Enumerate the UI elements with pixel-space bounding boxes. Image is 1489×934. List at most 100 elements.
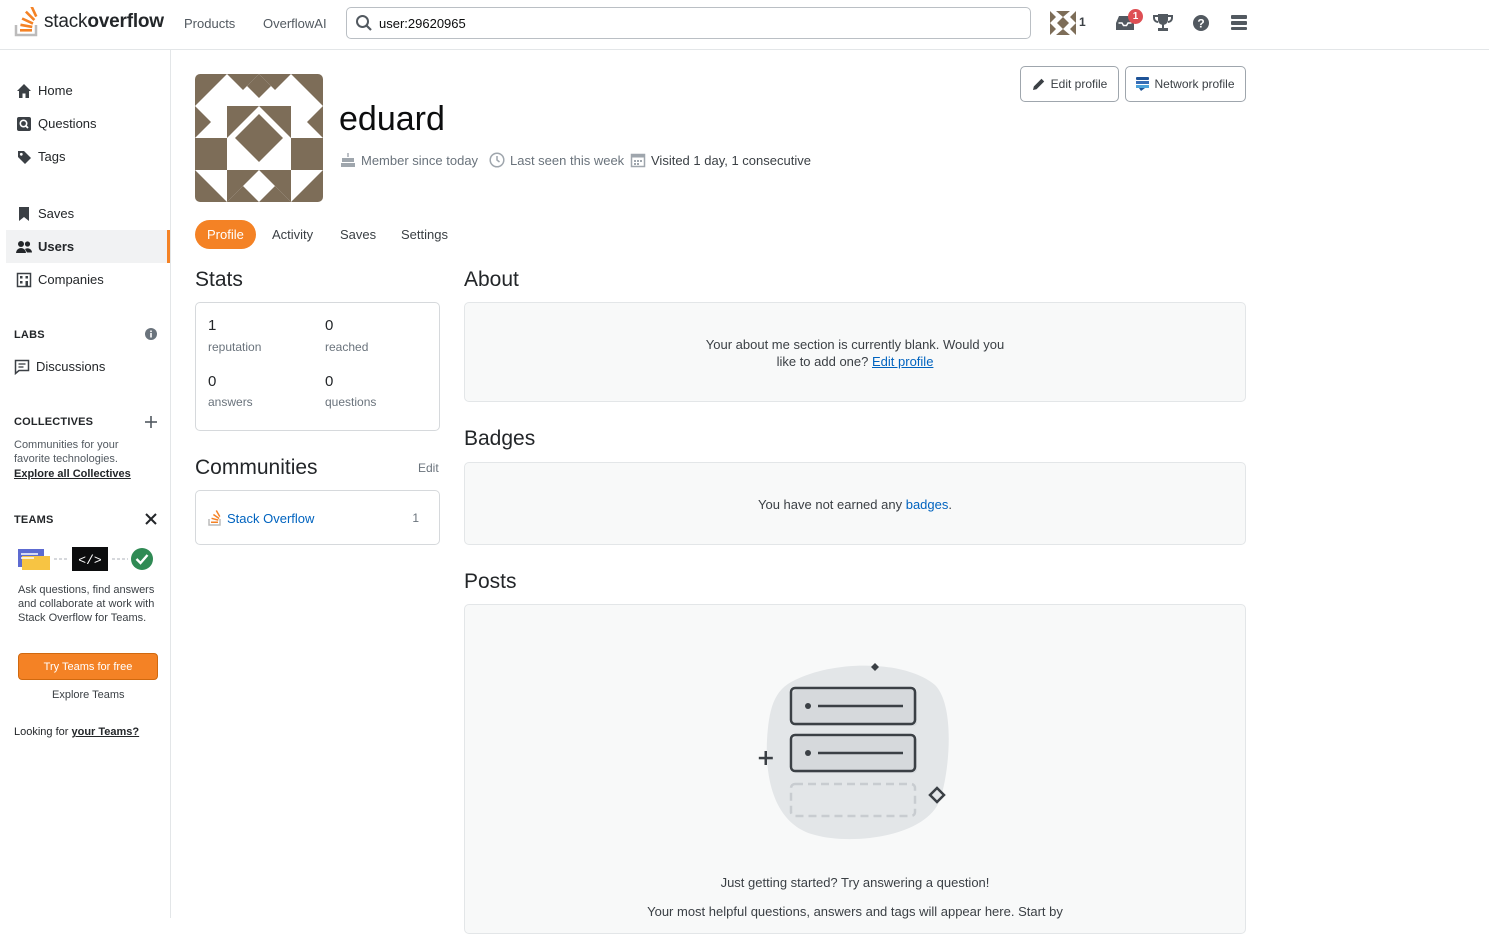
users-icon — [16, 239, 32, 255]
sidebar-item-label: Home — [38, 83, 73, 98]
tab-settings[interactable]: Settings — [389, 220, 460, 249]
stat-reached-label: reached — [325, 340, 369, 354]
stackexchange-icon — [1136, 77, 1150, 91]
edit-profile-button[interactable]: Edit profile — [1020, 66, 1119, 102]
collectives-title: COLLECTIVES — [14, 416, 94, 428]
search-input[interactable] — [379, 14, 999, 32]
site-switcher-icon[interactable] — [1230, 14, 1248, 35]
badges-link[interactable]: badges — [906, 497, 949, 512]
sidebar-item-questions[interactable]: Questions — [6, 107, 170, 140]
stat-reputation-label: reputation — [208, 340, 262, 354]
questions-icon — [16, 116, 32, 132]
sidebar-item-users[interactable]: Users — [6, 230, 170, 263]
labs-title: LABS — [14, 329, 45, 341]
plus-icon[interactable] — [145, 416, 157, 431]
discussions-icon — [14, 359, 30, 375]
about-empty-message: Your about me section is currently blank… — [465, 336, 1245, 370]
member-since-text: Member since today — [361, 152, 479, 168]
about-text-line2: like to add one? Edit profile — [465, 353, 1245, 370]
teams-title: TEAMS — [14, 514, 54, 526]
about-title: About — [464, 268, 519, 291]
sidebar-item-label: Tags — [38, 149, 66, 164]
about-text-line1: Your about me section is currently blank… — [705, 337, 1005, 352]
last-seen-text: Last seen this week — [510, 152, 625, 168]
about-edit-profile-link[interactable]: Edit profile — [872, 354, 933, 369]
teams-description: Ask questions, find answers and collabor… — [18, 584, 155, 624]
try-teams-button[interactable]: Try Teams for free — [18, 653, 158, 680]
sidebar-item-label: Saves — [38, 206, 75, 221]
badges-suffix: . — [948, 497, 952, 512]
stackoverflow-logo[interactable]: stackoverflow — [14, 6, 164, 38]
about-text-line2-prefix: like to add one? — [776, 354, 869, 369]
collectives-description: Communities for your favorite technologi… — [14, 439, 119, 465]
sidebar-item-saves[interactable]: Saves — [6, 197, 170, 230]
inbox-count-badge: 1 — [1128, 9, 1143, 24]
empty-posts-illustration — [758, 663, 949, 840]
stat-reputation-value: 1 — [208, 317, 217, 334]
help-icon[interactable]: ? — [1192, 14, 1210, 35]
info-icon[interactable] — [145, 328, 157, 343]
visited: Visited 1 day, 1 consecutive — [630, 152, 811, 168]
svg-text:?: ? — [1197, 17, 1204, 31]
stat-answers-label: answers — [208, 395, 253, 409]
pencil-icon — [1032, 77, 1046, 91]
search-box — [346, 7, 1031, 39]
close-icon[interactable] — [145, 513, 157, 528]
member-since: Member since today — [340, 152, 478, 168]
teams-illustration: </> — [18, 547, 153, 571]
posts-empty-line2: Your most helpful questions, answers and… — [647, 904, 1063, 919]
left-sidebar: Home Questions Tags Saves Users Companie… — [0, 50, 171, 918]
stat-answers-value: 0 — [208, 373, 217, 390]
sidebar-item-label: Companies — [38, 272, 104, 287]
cake-icon — [340, 152, 356, 168]
user-avatar-icon[interactable] — [1050, 11, 1076, 38]
products-link[interactable]: Products — [184, 16, 235, 31]
stat-reached-value: 0 — [325, 317, 334, 334]
stackoverflow-icon — [208, 510, 222, 526]
last-seen: Last seen this week — [489, 152, 624, 168]
about-card: Your about me section is currently blank… — [464, 302, 1246, 402]
community-stackoverflow[interactable]: Stack Overflow — [208, 510, 314, 526]
community-name: Stack Overflow — [227, 510, 315, 526]
visited-text: Visited 1 day, 1 consecutive — [651, 152, 811, 168]
your-teams-link[interactable]: your Teams? — [72, 726, 140, 738]
edit-profile-label: Edit profile — [1050, 77, 1108, 91]
communities-card: Stack Overflow 1 — [195, 490, 440, 545]
top-bar: stackoverflow Products OverflowAI 1 1 ? — [0, 0, 1489, 50]
posts-card: Just getting started? Try answering a qu… — [464, 604, 1246, 934]
explore-teams-link[interactable]: Explore Teams — [52, 688, 125, 702]
explore-collectives-link[interactable]: Explore all Collectives — [14, 467, 131, 481]
posts-empty-line1: Just getting started? Try answering a qu… — [720, 875, 990, 890]
stats-title: Stats — [195, 268, 243, 291]
clock-icon — [489, 152, 505, 168]
logo-text: stackoverflow — [44, 11, 164, 32]
looking-for-teams: Looking for your Teams? — [14, 725, 139, 739]
community-rep: 1 — [412, 511, 419, 525]
trophy-icon[interactable] — [1153, 13, 1173, 35]
sidebar-item-companies[interactable]: Companies — [6, 263, 170, 296]
sidebar-item-label: Questions — [38, 116, 97, 131]
communities-title: Communities — [195, 456, 318, 479]
badges-empty-message: You have not earned any badges. — [465, 496, 1245, 513]
network-profile-label: Network profile — [1154, 77, 1235, 91]
sidebar-item-tags[interactable]: Tags — [6, 140, 170, 173]
tab-profile[interactable]: Profile — [195, 220, 256, 249]
communities-edit-link[interactable]: Edit — [418, 461, 439, 475]
stat-questions-value: 0 — [325, 373, 334, 390]
looking-for-text: Looking for — [14, 726, 69, 738]
stat-questions-label: questions — [325, 395, 377, 409]
network-profile-button[interactable]: Network profile — [1125, 66, 1246, 102]
calendar-icon — [630, 152, 646, 168]
avatar[interactable] — [195, 74, 323, 202]
badges-text: You have not earned any — [758, 497, 903, 512]
profile-username: eduard — [339, 100, 445, 138]
overflowai-link[interactable]: OverflowAI — [263, 16, 327, 31]
tab-activity[interactable]: Activity — [260, 220, 325, 249]
stackoverflow-logo-icon — [14, 7, 38, 37]
badges-card: You have not earned any badges. — [464, 462, 1246, 545]
sidebar-item-home[interactable]: Home — [6, 74, 170, 107]
companies-icon — [16, 272, 32, 288]
bookmark-icon — [16, 206, 32, 222]
sidebar-item-discussions[interactable]: Discussions — [4, 350, 168, 383]
tab-saves[interactable]: Saves — [328, 220, 388, 249]
